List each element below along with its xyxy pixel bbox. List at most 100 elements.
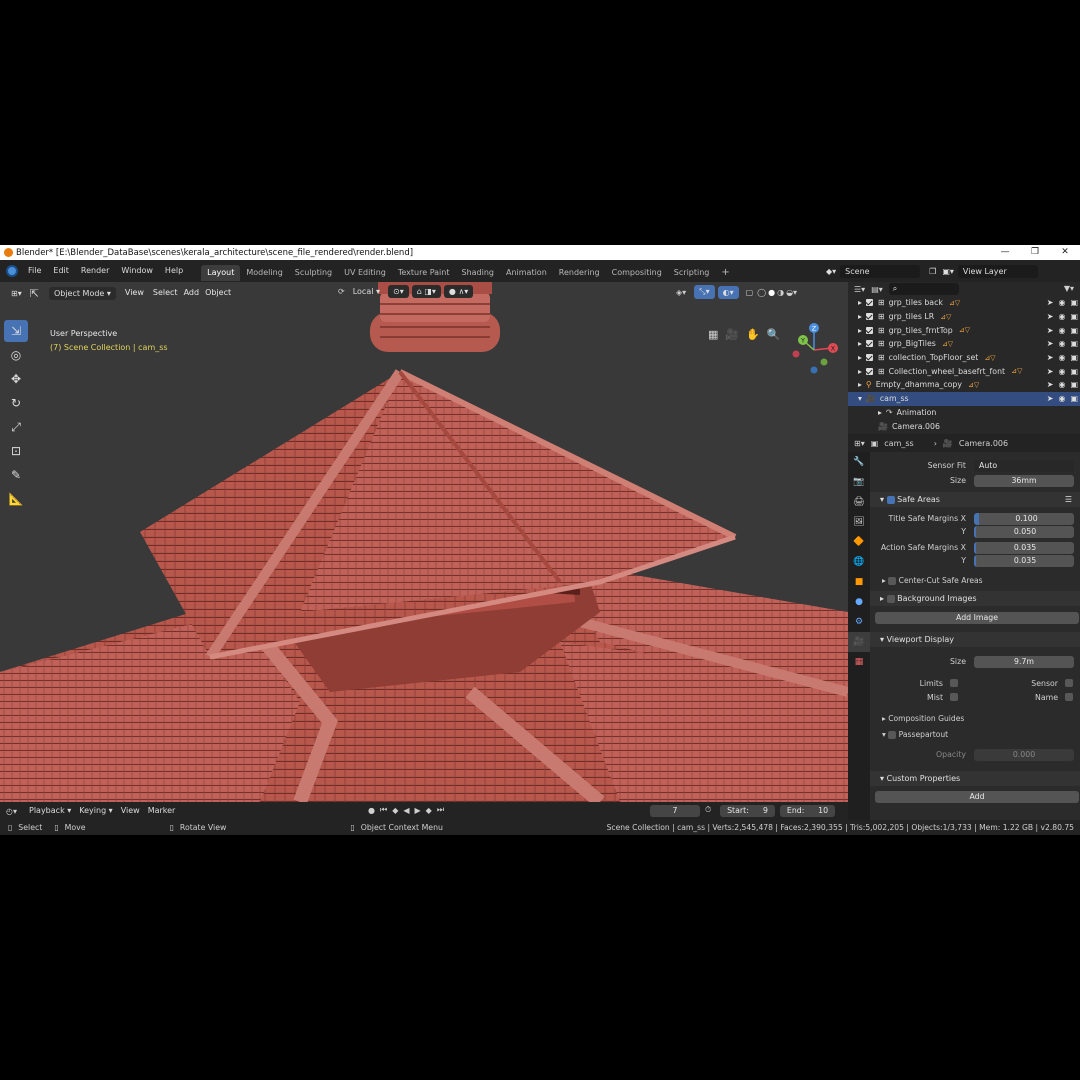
play-reverse-icon[interactable]: ◀ bbox=[403, 806, 409, 815]
selectable-toggle-icon[interactable]: ➤ bbox=[1047, 353, 1054, 362]
render-toggle-icon[interactable]: ▣ bbox=[1070, 353, 1078, 362]
ortho-toggle-icon[interactable]: ▦ bbox=[708, 328, 718, 341]
tool-tab-icon[interactable]: 🔧 bbox=[848, 452, 870, 472]
overlay-toggle-icon[interactable]: ◐▾ bbox=[717, 285, 739, 299]
display-size-field[interactable]: 9.7m bbox=[974, 656, 1074, 668]
passepartout-checkbox[interactable] bbox=[888, 731, 897, 739]
view-layer-selector[interactable]: View Layer bbox=[957, 264, 1038, 278]
action-safe-y-field[interactable]: 0.035 bbox=[974, 555, 1074, 567]
viewport-menu-object[interactable]: Object bbox=[202, 286, 234, 300]
expand-toggle-icon[interactable]: ▸ bbox=[858, 326, 862, 335]
xray-icon[interactable]: ▢ bbox=[746, 288, 754, 297]
object-mode-dropdown[interactable]: Object Mode ▾ bbox=[48, 286, 116, 300]
menu-window[interactable]: Window bbox=[115, 260, 159, 282]
select-tool-icon[interactable]: ⇲ bbox=[4, 320, 28, 342]
title-safe-y-field[interactable]: 0.050 bbox=[974, 526, 1074, 538]
add-property-button[interactable]: Add bbox=[875, 791, 1079, 803]
timeline-menu-marker[interactable]: Marker bbox=[144, 802, 180, 820]
visibility-eye-icon[interactable]: ◉ bbox=[1058, 380, 1065, 389]
maximize-button[interactable]: ❐ bbox=[1020, 245, 1050, 260]
selectable-toggle-icon[interactable]: ➤ bbox=[1047, 326, 1054, 335]
composition-guides-subpanel[interactable]: ▸ Composition Guides bbox=[882, 714, 964, 723]
tab-animation[interactable]: Animation bbox=[500, 265, 553, 281]
editor-type-icon[interactable]: ⊞▾ bbox=[6, 287, 27, 300]
selectable-toggle-icon[interactable]: ➤ bbox=[1047, 394, 1054, 403]
menu-edit[interactable]: Edit bbox=[47, 260, 75, 282]
viewport-menu-select[interactable]: Select bbox=[150, 286, 181, 300]
add-workspace-icon[interactable]: + bbox=[715, 265, 735, 281]
tab-modeling[interactable]: Modeling bbox=[240, 265, 288, 281]
minimize-button[interactable]: — bbox=[990, 245, 1020, 260]
measure-tool-icon[interactable]: 📐 bbox=[4, 488, 28, 510]
transform-tool-icon[interactable]: ⊡ bbox=[4, 440, 28, 462]
3d-viewport[interactable]: ⊞▾ ⇱ Object Mode ▾ View Select Add Objec… bbox=[0, 282, 848, 802]
exclude-checkbox[interactable] bbox=[865, 367, 873, 375]
tab-scripting[interactable]: Scripting bbox=[668, 265, 716, 281]
render-toggle-icon[interactable]: ▣ bbox=[1070, 380, 1078, 389]
selectable-toggle-icon[interactable]: ➤ bbox=[1047, 367, 1054, 376]
safe-areas-checkbox[interactable] bbox=[886, 495, 895, 504]
viewport-menu-add[interactable]: Add bbox=[181, 286, 203, 300]
render-toggle-icon[interactable]: ▣ bbox=[1070, 312, 1078, 321]
visibility-eye-icon[interactable]: ◉ bbox=[1058, 339, 1065, 348]
passepartout-subpanel[interactable]: ▾ Passepartout bbox=[882, 730, 948, 739]
outliner-row[interactable]: ▸ ⊞ grp_tiles_frntTop ⊿▽ ➤ ◉ ▣ bbox=[848, 323, 1080, 337]
timeline-editor-icon[interactable]: ◴▾ bbox=[6, 807, 17, 816]
scene-selector[interactable]: Scene bbox=[840, 264, 921, 278]
visibility-eye-icon[interactable]: ◉ bbox=[1058, 353, 1065, 362]
exclude-checkbox[interactable] bbox=[865, 354, 873, 362]
background-images-panel-header[interactable]: ▸ Background Images bbox=[870, 591, 1080, 606]
visibility-icon[interactable]: ◈▾ bbox=[676, 288, 686, 297]
scene-tab-icon[interactable]: 🔶 bbox=[848, 532, 870, 552]
next-keyframe-icon[interactable]: ◆ bbox=[426, 806, 432, 815]
render-toggle-icon[interactable]: ▣ bbox=[1070, 298, 1078, 307]
mist-checkbox[interactable] bbox=[950, 693, 958, 701]
world-tab-icon[interactable]: 🌐 bbox=[848, 552, 870, 572]
current-frame-field[interactable]: 7 bbox=[650, 805, 700, 817]
outliner-row[interactable]: ▸ ⊞ grp_tiles back ⊿▽ ➤ ◉ ▣ bbox=[848, 296, 1080, 310]
camera-data-tab-icon[interactable]: 🎥 bbox=[848, 632, 870, 652]
transform-orientation-dropdown[interactable]: Local ▾ bbox=[348, 285, 385, 298]
expand-toggle-icon[interactable]: ▸ bbox=[878, 408, 882, 417]
add-image-button[interactable]: Add Image bbox=[875, 612, 1079, 624]
outliner-search-input[interactable]: ⌕ bbox=[888, 283, 959, 295]
display-mode-icon[interactable]: ▤▾ bbox=[871, 285, 883, 294]
menu-file[interactable]: File bbox=[22, 260, 47, 282]
cursor-tool-icon[interactable]: ◎ bbox=[4, 344, 28, 366]
visibility-eye-icon[interactable]: ◉ bbox=[1058, 394, 1065, 403]
title-safe-x-field[interactable]: 0.100 bbox=[974, 513, 1074, 525]
outliner-row[interactable]: ▾ 🎥 cam_ss ➤ ◉ ▣ bbox=[848, 391, 1080, 406]
wireframe-shading-icon[interactable]: ◯ bbox=[757, 288, 766, 297]
move-tool-icon[interactable]: ✥ bbox=[4, 368, 28, 390]
outliner-row[interactable]: ▸ ⊞ grp_tiles LR ⊿▽ ➤ ◉ ▣ bbox=[848, 310, 1080, 324]
name-checkbox[interactable] bbox=[1065, 693, 1073, 701]
play-icon[interactable]: ▶ bbox=[415, 806, 421, 815]
gizmo-toggle-icon[interactable]: ⤡▾ bbox=[694, 285, 715, 299]
outliner-row[interactable]: ▸ ⊞ collection_TopFloor_set ⊿▽ ➤ ◉ ▣ bbox=[848, 351, 1080, 365]
selectable-toggle-icon[interactable]: ➤ bbox=[1047, 312, 1054, 321]
render-toggle-icon[interactable]: ▣ bbox=[1070, 339, 1078, 348]
viewport-display-panel-header[interactable]: ▾ Viewport Display bbox=[870, 632, 1080, 647]
filter-icon[interactable]: ▼▾ bbox=[1064, 284, 1074, 293]
zoom-icon[interactable]: 🔍 bbox=[767, 328, 781, 341]
blender-menu-icon[interactable] bbox=[6, 265, 18, 277]
tab-uv-editing[interactable]: UV Editing bbox=[338, 265, 392, 281]
opacity-field[interactable]: 0.000 bbox=[974, 749, 1074, 761]
tab-sculpting[interactable]: Sculpting bbox=[289, 265, 338, 281]
sensor-checkbox[interactable] bbox=[1065, 679, 1073, 687]
menu-render[interactable]: Render bbox=[75, 260, 115, 282]
selectable-toggle-icon[interactable]: ➤ bbox=[1047, 380, 1054, 389]
exclude-checkbox[interactable] bbox=[865, 299, 873, 307]
start-frame-field[interactable]: Start: 9 bbox=[720, 805, 775, 817]
record-icon[interactable]: ● bbox=[368, 806, 375, 815]
timeline-menu-playback[interactable]: Playback ▾ bbox=[25, 802, 75, 820]
close-button[interactable]: ✕ bbox=[1050, 245, 1080, 260]
tab-rendering[interactable]: Rendering bbox=[553, 265, 606, 281]
jump-start-icon[interactable]: ⏮ bbox=[380, 805, 387, 815]
jump-end-icon[interactable]: ⏭ bbox=[437, 805, 444, 815]
viewport-menu-view[interactable]: View bbox=[119, 286, 150, 300]
new-scene-icon[interactable]: ❐ bbox=[929, 267, 936, 276]
expand-toggle-icon[interactable]: ▸ bbox=[858, 353, 862, 362]
outliner-row[interactable]: ▸ ⊞ grp_BigTiles ⊿▽ ➤ ◉ ▣ bbox=[848, 337, 1080, 351]
snap-icon[interactable]: ⌂ ◨▾ bbox=[411, 285, 441, 298]
